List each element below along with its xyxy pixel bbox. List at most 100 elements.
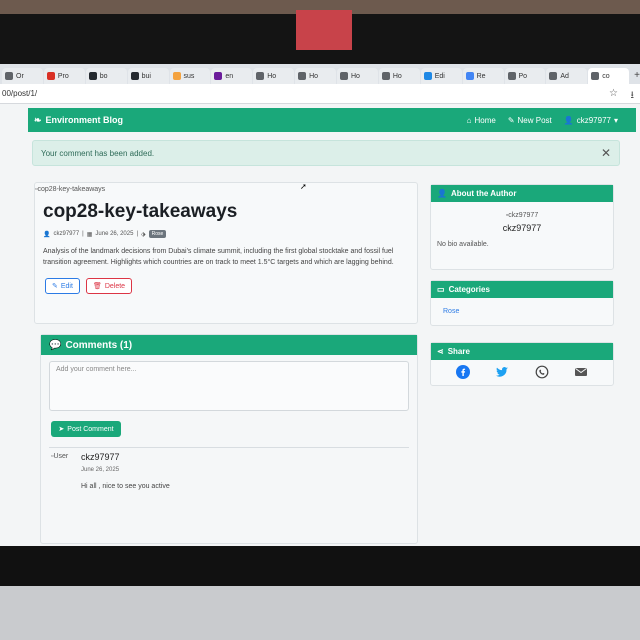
browser-tab[interactable]: bui (127, 68, 169, 84)
browser-tab[interactable]: co (588, 68, 630, 84)
tab-favicon-icon (507, 72, 516, 80)
sticky-note (296, 10, 352, 50)
share-title: Share (447, 347, 470, 356)
comments-icon: 💬 (49, 339, 62, 351)
post-author: ckz97977 (53, 231, 80, 237)
trash-icon: 🗑 (92, 283, 102, 290)
browser-tab[interactable]: Or (2, 68, 43, 84)
comment-text: Hi all , nice to see you active (81, 483, 170, 490)
monitor-chin (0, 546, 640, 586)
browser-tab[interactable]: Re (462, 68, 504, 84)
tab-favicon-icon (549, 72, 558, 80)
browser-tab[interactable]: Pro (43, 68, 85, 84)
browser-tab[interactable]: bo (85, 68, 127, 84)
post-card: ▫cop28-key-takeaways cop28-key-takeaways… (34, 182, 418, 324)
twitter-icon[interactable] (494, 364, 510, 380)
tab-label: Ho (351, 72, 360, 80)
about-author-title: About the Author (450, 189, 517, 198)
categories-card: ▭ Categories Rose (430, 280, 614, 326)
tab-favicon-icon (465, 72, 474, 80)
monitor-screen: Or Pro bo bui sus en Ho Ho Ho Ho Edi Re Po Ad co + 00/p… (0, 64, 640, 546)
tab-favicon-icon (172, 72, 181, 80)
tab-label: Ho (267, 72, 277, 80)
navbar-brand[interactable]: ❧ Environment Blog (34, 115, 123, 126)
delete-button[interactable]: 🗑 Delete (85, 278, 133, 294)
tab-favicon-icon (381, 72, 390, 80)
edit-button[interactable]: ✎ Edit (45, 278, 80, 294)
browser-tab[interactable]: Ho (253, 68, 295, 84)
tab-favicon-icon (423, 72, 432, 80)
calendar-icon: ▦ (86, 231, 93, 238)
nav-links: ⌂ Home ✎ New Post 👤 ckz97977 ▾ (467, 116, 618, 125)
user-icon: 👤 (43, 231, 51, 238)
leaf-icon: ❧ (34, 114, 42, 125)
post-image-alt: cop28-key-takeaways (37, 186, 106, 193)
tab-label: bo (99, 72, 108, 80)
close-icon[interactable]: ✕ (601, 146, 611, 160)
browser-tab[interactable]: Ad (546, 68, 588, 84)
browser-tab[interactable]: Po (504, 68, 546, 84)
tab-label: Edi (434, 72, 445, 80)
nav-new-post-label: New Post (517, 115, 552, 125)
browser-tab[interactable]: Edi (420, 68, 462, 84)
nav-home-label: Home (474, 115, 496, 125)
share-icon: ⋖ (437, 347, 444, 356)
tab-favicon-icon (591, 72, 600, 80)
send-icon: ➤ (58, 426, 65, 433)
edit-label: Edit (60, 282, 73, 290)
tab-favicon-icon (340, 72, 348, 80)
brand-label: Environment Blog (45, 115, 124, 125)
browser-tab[interactable]: Ho (337, 68, 378, 84)
browser-tab[interactable]: Ho (295, 68, 336, 84)
post-comment-button[interactable]: ➤ Post Comment (51, 421, 121, 437)
home-icon: ⌂ (466, 115, 472, 125)
tab-favicon-icon (130, 72, 139, 80)
tag-icon: ⬗ (141, 231, 146, 238)
edit-icon: ✎ (52, 283, 58, 290)
tab-label: Ad (560, 72, 569, 80)
author-name: ckz97977 (502, 223, 542, 233)
browser-tab[interactable]: Ho (378, 68, 420, 84)
categories-title: Categories (448, 285, 490, 294)
success-alert: Your comment has been added. ✕ (32, 140, 620, 166)
post-image-broken: ▫cop28-key-takeaways (35, 186, 417, 193)
comments-divider (49, 447, 409, 448)
comment-avatar-alt: User (53, 453, 69, 460)
tab-favicon-icon (298, 72, 307, 80)
whatsapp-icon[interactable] (534, 364, 550, 380)
facebook-icon[interactable] (455, 364, 471, 380)
browser-tab[interactable]: en (211, 68, 253, 84)
nav-user-dropdown[interactable]: 👤 ckz97977 ▾ (564, 116, 618, 125)
tag-badge[interactable]: Rose (148, 230, 167, 238)
mouse-cursor-icon: ➚ (300, 182, 307, 191)
comments-title: Comments (1) (65, 339, 133, 351)
alert-message: Your comment has been added. (41, 148, 155, 158)
new-tab-icon[interactable]: + (634, 68, 640, 84)
email-icon[interactable] (573, 364, 589, 380)
category-link[interactable]: Rose (443, 308, 613, 315)
tab-favicon-icon (5, 72, 13, 80)
post-title: cop28-key-takeaways (43, 201, 238, 222)
tab-label: Or (16, 72, 24, 80)
address-bar[interactable]: 00/post/1/ ☆ ⭳ (0, 84, 640, 104)
user-icon: 👤 (563, 115, 574, 125)
tab-label: Re (476, 72, 486, 80)
comment-textarea[interactable]: Add your comment here... (49, 361, 409, 411)
share-icons (431, 360, 613, 380)
categories-header: ▭ Categories (431, 281, 613, 298)
comments-header: 💬 Comments (1) (41, 335, 417, 355)
tab-favicon-icon (46, 72, 55, 80)
navbar: ❧ Environment Blog ⌂ Home ✎ New Post 👤 ckz9… (28, 108, 636, 132)
nav-home-link[interactable]: ⌂ Home (467, 116, 496, 125)
download-icon[interactable]: ⭳ (631, 88, 635, 105)
nav-user-label: ckz97977 (576, 115, 611, 125)
tab-label: en (225, 72, 234, 80)
meta-separator: | (136, 231, 139, 237)
bookmark-star-icon[interactable]: ☆ (609, 88, 618, 99)
edit-icon: ✎ (507, 115, 515, 125)
delete-label: Delete (104, 282, 126, 290)
tab-label: co (602, 72, 610, 80)
browser-tab[interactable]: sus (169, 68, 211, 84)
nav-new-post-link[interactable]: ✎ New Post (508, 116, 552, 125)
url-text[interactable]: 00/post/1/ (2, 89, 37, 98)
